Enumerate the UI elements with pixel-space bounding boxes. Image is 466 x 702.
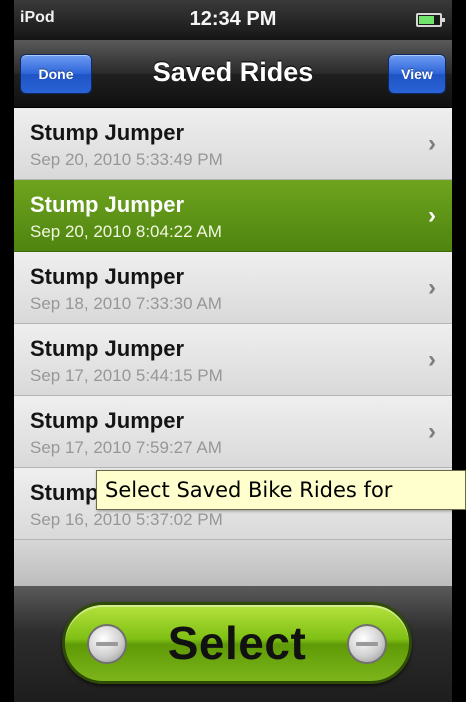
chevron-right-icon: › [428,130,436,157]
ride-row-selected[interactable]: Stump Jumper Sep 20, 2010 8:04:22 AM › [14,180,452,252]
app-frame: iPod 12:34 PM Done Saved Rides View Stum… [0,0,466,702]
chevron-right-icon: › [428,202,436,229]
ride-row[interactable]: Stump Jumper Sep 18, 2010 7:33:30 AM › [14,252,452,324]
chevron-right-icon: › [428,346,436,373]
ride-date: Sep 20, 2010 8:04:22 AM [30,222,222,241]
ride-row[interactable]: Stump Jumper Sep 17, 2010 5:44:15 PM › [14,324,452,396]
ride-name: Stump Jumper [30,336,185,361]
ride-name: Stump Jumper [30,120,185,145]
ride-row[interactable]: Stump Jumper Sep 20, 2010 5:33:49 PM › [14,108,452,180]
status-bar: iPod 12:34 PM [14,0,452,40]
list-footer [14,540,452,586]
bottom-toolbar: Select [14,586,452,702]
battery-icon [416,13,445,27]
ride-date: Sep 17, 2010 5:44:15 PM [30,366,223,385]
ride-date: Sep 18, 2010 7:33:30 AM [30,294,222,313]
ride-name: Stump Jumper [30,264,185,289]
rides-list: Stump Jumper Sep 20, 2010 5:33:49 PM › S… [14,108,452,586]
bolt-icon [87,624,127,664]
ride-date: Sep 16, 2010 5:37:02 PM [30,510,223,529]
navigation-bar: Done Saved Rides View [14,40,452,108]
select-button[interactable]: Select [62,602,412,684]
chevron-right-icon: › [428,274,436,301]
ride-row[interactable]: Stump Jumper Sep 17, 2010 7:59:27 AM › [14,396,452,468]
device-screen: iPod 12:34 PM Done Saved Rides View Stum… [14,0,452,702]
chevron-right-icon: › [428,418,436,445]
tooltip: Select Saved Bike Rides for [96,470,466,510]
bolt-icon [347,624,387,664]
clock: 12:34 PM [189,8,277,30]
ride-name: Stump Jumper [30,408,185,433]
select-button-label: Select [167,617,307,669]
ride-name: Stump Jumper [30,192,185,217]
ride-date: Sep 17, 2010 7:59:27 AM [30,438,222,457]
view-button[interactable]: View [388,54,446,94]
page-title: Saved Rides [152,57,314,87]
ride-date: Sep 20, 2010 5:33:49 PM [30,150,223,169]
